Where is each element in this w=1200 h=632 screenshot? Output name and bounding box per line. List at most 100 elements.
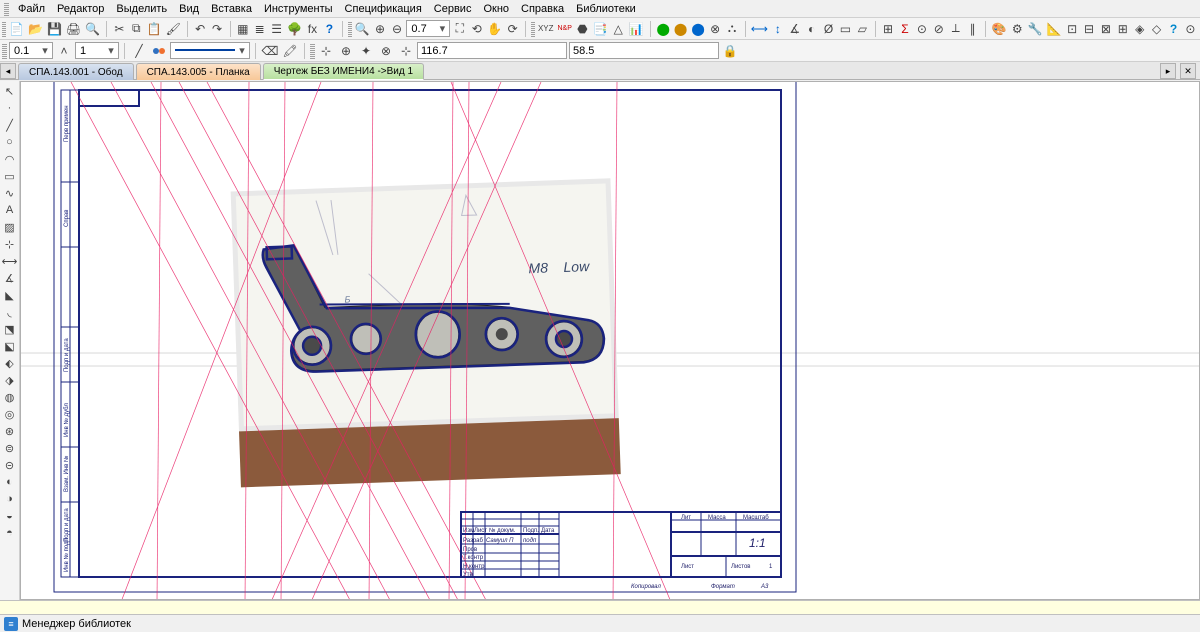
print-icon[interactable]: 🖨	[65, 20, 82, 38]
dimn-icon[interactable]: ▭	[838, 20, 853, 38]
tab-nav-prev[interactable]: ◂	[0, 63, 16, 79]
mtool2-icon[interactable]: ⊘	[931, 20, 946, 38]
step-combo[interactable]: 0.1 ▾	[9, 42, 53, 59]
coord-x-field[interactable]	[417, 42, 567, 59]
menu-edit[interactable]: Редактор	[51, 3, 110, 15]
a10-icon[interactable]: ◐	[2, 474, 18, 490]
tool-c-icon[interactable]: 📑	[592, 20, 609, 38]
tab-unnamed[interactable]: Чертеж БЕЗ ИМЕНИ4 ->Вид 1	[263, 63, 424, 80]
zoom-in-icon[interactable]: ⊕	[373, 20, 388, 38]
vars-icon[interactable]: fx	[305, 20, 320, 38]
a8-icon[interactable]: ⊜	[2, 440, 18, 456]
menu-window[interactable]: Окно	[477, 3, 515, 15]
zoom-prev-icon[interactable]: ⟲	[469, 20, 484, 38]
a11-icon[interactable]: ◑	[2, 491, 18, 507]
zoom-fit-icon[interactable]: ⛶	[452, 20, 467, 38]
tool-f-icon[interactable]: ⬤	[655, 20, 670, 38]
undo-icon[interactable]: ↶	[193, 20, 208, 38]
fillet-icon[interactable]: ◟	[2, 304, 18, 320]
menu-insert[interactable]: Вставка	[205, 3, 258, 15]
snap4-icon[interactable]: ⊗	[377, 42, 395, 60]
stepqty-combo[interactable]: 1 ▾	[75, 42, 119, 59]
a9-icon[interactable]: ⊝	[2, 457, 18, 473]
hatch-icon[interactable]: ▨	[2, 219, 18, 235]
tool-g-icon[interactable]: ⬤	[673, 20, 688, 38]
copy-icon[interactable]: ⧉	[129, 20, 144, 38]
opt10-icon[interactable]: ?	[1166, 20, 1181, 38]
paste-icon[interactable]: 📋	[146, 20, 163, 38]
tab-obod[interactable]: СПА.143.001 - Обод	[18, 63, 134, 80]
dim-ang-icon[interactable]: ∡	[2, 270, 18, 286]
opt7-icon[interactable]: ⊞	[1115, 20, 1130, 38]
grid-icon[interactable]: ▦	[235, 20, 250, 38]
tree-icon[interactable]: 🌳	[286, 20, 303, 38]
open-icon[interactable]: 📂	[27, 20, 44, 38]
opt4-icon[interactable]: ⊡	[1065, 20, 1080, 38]
redo-icon[interactable]: ↷	[210, 20, 225, 38]
dim-linear-icon[interactable]: ⟷	[2, 253, 18, 269]
snaplock-icon[interactable]: 🔒	[721, 42, 739, 60]
coord-y-field[interactable]	[569, 42, 719, 59]
new-file-icon[interactable]: 📄	[8, 20, 25, 38]
menu-tools[interactable]: Инструменты	[258, 3, 339, 15]
opt3-icon[interactable]: 📐	[1046, 20, 1063, 38]
menu-help[interactable]: Справка	[515, 3, 570, 15]
tab-close[interactable]: ✕	[1180, 63, 1196, 79]
zoom-window-icon[interactable]: 🔍	[354, 20, 371, 38]
dimv-icon[interactable]: ↕	[770, 20, 785, 38]
circle-icon[interactable]: ○	[2, 134, 18, 150]
cham-icon[interactable]: ◣	[2, 287, 18, 303]
mtool1-icon[interactable]: ⊙	[914, 20, 929, 38]
arc-icon[interactable]: ◠	[2, 151, 18, 167]
refresh-icon[interactable]: ⟳	[505, 20, 520, 38]
dimo-icon[interactable]: ▱	[855, 20, 870, 38]
seg-icon[interactable]: ╱	[2, 117, 18, 133]
line-icon[interactable]: ╱	[130, 42, 148, 60]
help-icon[interactable]: ?	[322, 20, 337, 38]
opt2-icon[interactable]: 🔧	[1027, 20, 1044, 38]
a5-icon[interactable]: ◍	[2, 389, 18, 405]
brush-icon[interactable]: 🖌	[165, 20, 182, 38]
tool-i-icon[interactable]: ⊗	[708, 20, 723, 38]
dimr-icon[interactable]: ◐	[804, 20, 819, 38]
status-libmgr[interactable]: Менеджер библиотек	[22, 618, 131, 630]
dima-icon[interactable]: ∡	[787, 20, 802, 38]
menu-service[interactable]: Сервис	[428, 3, 478, 15]
zoom-combo[interactable]: 0.7 ▾	[406, 20, 450, 37]
align-icon[interactable]: ⊞	[881, 20, 896, 38]
tool-d-icon[interactable]: △	[611, 20, 626, 38]
opt1-icon[interactable]: ⚙	[1010, 20, 1025, 38]
tab-nav-next[interactable]: ▸	[1160, 63, 1176, 79]
style-icon[interactable]	[150, 42, 168, 60]
tool-nbp-icon[interactable]: N&P	[557, 20, 573, 38]
opt6-icon[interactable]: ⊠	[1098, 20, 1113, 38]
text-icon[interactable]: A	[2, 202, 18, 218]
opt9-icon[interactable]: ◇	[1149, 20, 1164, 38]
tool-e-icon[interactable]: 📊	[628, 20, 645, 38]
drawing-canvas[interactable]: M8 Low Б	[20, 81, 1200, 600]
a12-icon[interactable]: ◒	[2, 508, 18, 524]
stepup-icon[interactable]: ˄	[55, 42, 73, 60]
layers-icon[interactable]: ≣	[252, 20, 267, 38]
save-icon[interactable]: 💾	[46, 20, 63, 38]
a13-icon[interactable]: ◓	[2, 525, 18, 541]
a6-icon[interactable]: ◎	[2, 406, 18, 422]
snap2-icon[interactable]: ⊕	[337, 42, 355, 60]
menu-file[interactable]: Файл	[12, 3, 51, 15]
a3-icon[interactable]: ⬖	[2, 355, 18, 371]
linestyle-combo[interactable]: ▾	[170, 42, 250, 59]
preview-icon[interactable]: 🔍	[84, 20, 101, 38]
mtool3-icon[interactable]: ⟂	[948, 20, 963, 38]
a4-icon[interactable]: ⬗	[2, 372, 18, 388]
color-icon[interactable]: 🎨	[991, 20, 1008, 38]
dim-icon[interactable]: ⟷	[750, 20, 768, 38]
opt11-icon[interactable]: ⊙	[1183, 20, 1198, 38]
opt5-icon[interactable]: ⊟	[1082, 20, 1097, 38]
align2-icon[interactable]: Σ	[898, 20, 913, 38]
tool-j-icon[interactable]: ⛬	[725, 20, 740, 38]
tab-planka[interactable]: СПА.143.005 - Планка	[136, 63, 261, 80]
rect-icon[interactable]: ▭	[2, 168, 18, 184]
xy-icon[interactable]: ⊹	[397, 42, 415, 60]
highlighter-icon[interactable]: 🖍	[281, 42, 299, 60]
pan-icon[interactable]: ✋	[486, 20, 503, 38]
